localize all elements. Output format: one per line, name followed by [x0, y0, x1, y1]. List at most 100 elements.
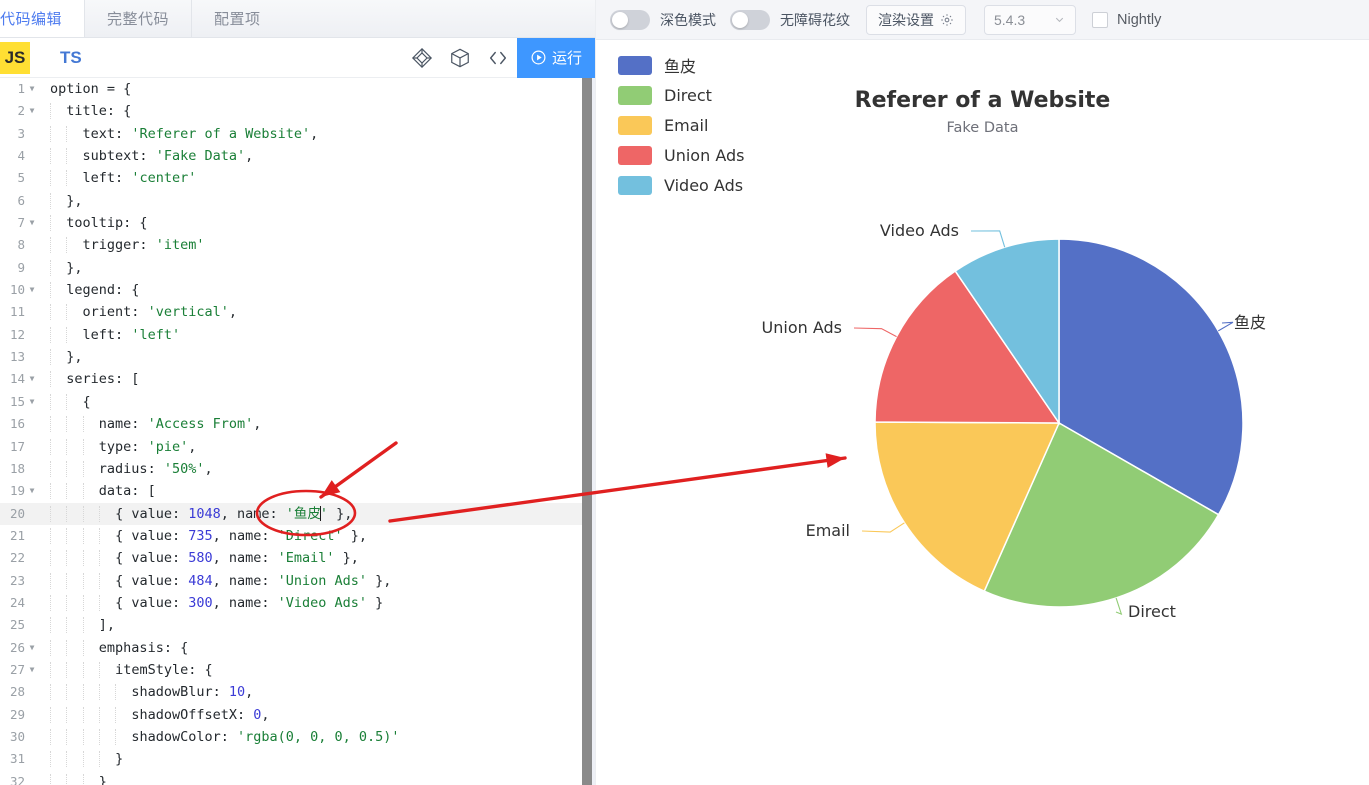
code-line[interactable]: 7 ▼ tooltip: {	[0, 212, 595, 234]
code-token: name:	[98, 416, 148, 433]
fold-arrow-icon[interactable]: ▼	[26, 659, 38, 681]
code-line[interactable]: 1 ▼ option = {	[0, 78, 595, 100]
code-token: ,	[245, 148, 254, 165]
code-line[interactable]: 4 subtext: 'Fake Data',	[0, 145, 595, 167]
code-line[interactable]: 31 }	[0, 748, 595, 770]
indent-guide	[66, 595, 82, 611]
tab-code-editor[interactable]: 代码编辑	[0, 0, 86, 37]
nightly-checkbox[interactable]	[1092, 11, 1108, 28]
indent-guide	[50, 193, 66, 209]
code-line[interactable]: 29 shadowOffsetX: 0,	[0, 704, 595, 726]
code-line[interactable]: 20 { value: 1048, name: '鱼皮' },	[0, 502, 595, 525]
dark-mode-toggle[interactable]	[610, 9, 650, 30]
code-line[interactable]: 26 ▼ emphasis: {	[0, 637, 595, 659]
code-token: },	[342, 527, 368, 544]
code-token: },	[66, 349, 83, 366]
editor-vertical-scrollbar[interactable]	[582, 78, 592, 785]
code-line[interactable]: 6 },	[0, 190, 595, 212]
tab-full-code[interactable]: 完整代码	[85, 0, 193, 37]
lang-js-label: JS	[4, 47, 26, 67]
indent-guide	[83, 640, 99, 656]
code-line[interactable]: 28 shadowBlur: 10,	[0, 681, 595, 703]
code-token: 1048	[188, 505, 221, 522]
code-token: 300	[188, 594, 213, 611]
code-line[interactable]: 9 },	[0, 257, 595, 279]
code-line[interactable]: 14 ▼ series: [	[0, 368, 595, 390]
cube-icon[interactable]	[441, 38, 479, 78]
code-line[interactable]: 10 ▼ legend: {	[0, 279, 595, 301]
fold-arrow-icon[interactable]: ▼	[26, 480, 38, 502]
code-line[interactable]: 18 radius: '50%',	[0, 458, 595, 480]
code-text: ],	[38, 614, 115, 636]
code-line[interactable]: 8 trigger: 'item'	[0, 234, 595, 256]
tab-options[interactable]: 配置项	[192, 0, 283, 37]
line-number: 27	[9, 661, 25, 677]
pie-label-leader-line	[853, 327, 897, 338]
polyhedron-icon[interactable]	[403, 38, 441, 78]
line-number: 14	[9, 371, 25, 387]
run-button[interactable]: 运行	[517, 37, 595, 78]
chart-canvas[interactable]: 鱼皮 Direct Email Union Ads Video Ads Referer …	[596, 40, 1369, 785]
fold-arrow-icon[interactable]: ▼	[26, 279, 38, 301]
code-line[interactable]: 30 shadowColor: 'rgba(0, 0, 0, 0.5)'	[0, 726, 595, 748]
nightly-checkbox-group[interactable]: Nightly	[1092, 11, 1161, 28]
code-line[interactable]: 17 type: 'pie',	[0, 436, 595, 458]
code-line[interactable]: 15 ▼ {	[0, 391, 595, 413]
code-line[interactable]: 12 left: 'left'	[0, 324, 595, 346]
preview-settings-bar: 深色模式 无障碍花纹 渲染设置 5.4.3 Nightly	[596, 0, 1369, 40]
version-select[interactable]: 5.4.3	[984, 4, 1076, 35]
code-line[interactable]: 2 ▼ title: {	[0, 100, 595, 122]
indent-guide	[83, 461, 99, 477]
render-settings-button[interactable]: 渲染设置	[866, 4, 966, 35]
fold-arrow-icon[interactable]: ▼	[26, 78, 38, 100]
code-token: 'Fake Data'	[155, 148, 246, 165]
code-token: { value:	[115, 594, 189, 611]
indent-guide	[99, 729, 115, 745]
code-token: type:	[98, 438, 148, 455]
fold-arrow-icon[interactable]: ▼	[26, 391, 38, 413]
code-icon[interactable]	[479, 38, 517, 78]
indent-guide	[83, 528, 99, 544]
code-token: subtext:	[82, 148, 156, 165]
code-line[interactable]: 27 ▼ itemStyle: {	[0, 659, 595, 681]
indent-guide	[66, 774, 82, 785]
fold-arrow-icon[interactable]: ▼	[26, 637, 38, 659]
fold-arrow-icon[interactable]: ▼	[26, 368, 38, 390]
indent-guide	[50, 282, 66, 298]
code-text: shadowOffsetX: 0,	[38, 704, 269, 726]
code-line[interactable]: 3 text: 'Referer of a Website',	[0, 123, 595, 145]
indent-guide	[50, 260, 66, 276]
code-line[interactable]: 19 ▼ data: [	[0, 480, 595, 502]
indent-guide	[50, 662, 66, 678]
lang-toggle-js[interactable]: JS	[0, 41, 30, 74]
pie-chart[interactable]: 鱼皮 Direct Email Union Ads Video Ads	[596, 40, 1369, 785]
indent-guide	[66, 148, 82, 164]
code-token: left:	[82, 170, 132, 187]
code-line[interactable]: 25 ],	[0, 614, 595, 636]
code-editor[interactable]: 1 ▼ option = {2 ▼ title: {3 text: 'Referer …	[0, 78, 595, 785]
code-line[interactable]: 16 name: 'Access From',	[0, 413, 595, 435]
code-line[interactable]: 23 { value: 484, name: 'Union Ads' },	[0, 570, 595, 592]
fold-arrow-icon[interactable]: ▼	[26, 100, 38, 122]
code-line[interactable]: 13 },	[0, 346, 595, 368]
indent-guide	[83, 573, 99, 589]
indent-guide	[99, 595, 115, 611]
code-line[interactable]: 24 { value: 300, name: 'Video Ads' }	[0, 592, 595, 614]
fold-arrow-icon[interactable]: ▼	[26, 212, 38, 234]
code-token: data: [	[98, 483, 156, 500]
code-line[interactable]: 5 left: 'center'	[0, 167, 595, 189]
accessibility-pattern-toggle[interactable]	[730, 9, 770, 30]
code-line[interactable]: 22 { value: 580, name: 'Email' },	[0, 547, 595, 569]
code-line[interactable]: 32 }	[0, 771, 595, 785]
lang-toggle-ts[interactable]: TS	[54, 42, 88, 74]
indent-guide	[66, 483, 82, 499]
indent-guide	[66, 439, 82, 455]
pie-slice-label: Video Ads	[880, 221, 959, 240]
tab-code-editor-label: 代码编辑	[0, 11, 63, 28]
code-line[interactable]: 11 orient: 'vertical',	[0, 301, 595, 323]
code-token: 'Union Ads'	[277, 572, 368, 589]
code-line[interactable]: 21 { value: 735, name: 'Direct' },	[0, 525, 595, 547]
indent-guide	[50, 461, 66, 477]
